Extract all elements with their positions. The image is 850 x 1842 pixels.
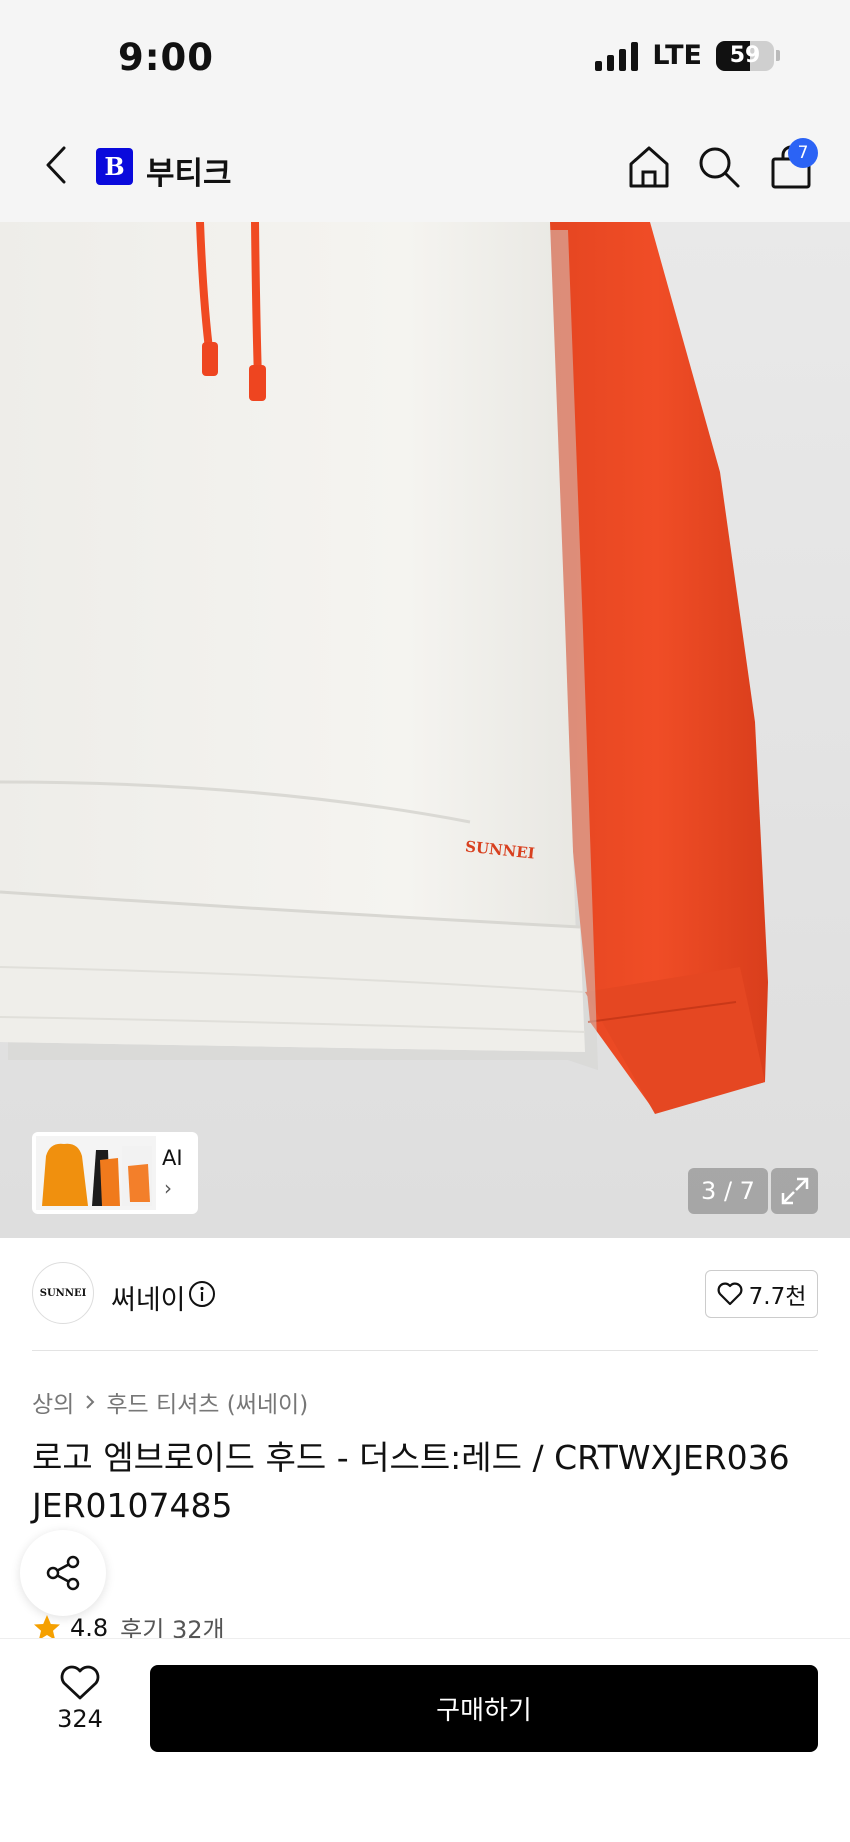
- brand-avatar[interactable]: SUNNEI: [32, 1262, 94, 1324]
- purchase-bar: 324 구매하기: [0, 1638, 850, 1842]
- ai-thumbnail-strip[interactable]: AI ›: [32, 1132, 198, 1214]
- share-icon: [46, 1555, 80, 1591]
- boutique-title[interactable]: 부티크: [146, 148, 232, 193]
- cart-count-badge: 7: [788, 138, 818, 168]
- share-button[interactable]: [20, 1530, 106, 1616]
- app-header: B 부티크 7: [0, 110, 850, 222]
- back-button[interactable]: [36, 140, 76, 190]
- wishlist-button[interactable]: 324: [40, 1665, 120, 1755]
- status-indicators: LTE 59: [595, 40, 780, 71]
- breadcrumb-item[interactable]: 후드 티셔츠 (써네이): [106, 1385, 308, 1419]
- battery-icon: 59: [716, 40, 780, 71]
- network-type: LTE: [652, 40, 702, 71]
- info-icon[interactable]: [188, 1280, 216, 1308]
- home-icon: [629, 146, 669, 188]
- divider: [32, 1350, 818, 1351]
- signal-icon: [595, 41, 639, 71]
- boutique-logo[interactable]: B: [96, 148, 133, 185]
- home-button[interactable]: [626, 144, 672, 190]
- chevron-right-icon: [86, 1395, 95, 1409]
- brand-name[interactable]: 써네이: [111, 1278, 186, 1317]
- buy-button[interactable]: 구매하기: [150, 1665, 818, 1752]
- brand-like-button[interactable]: 7.7천: [705, 1270, 818, 1318]
- chevron-left-icon: [46, 146, 66, 184]
- expand-button[interactable]: [771, 1168, 818, 1214]
- brand-like-count: 7.7천: [748, 1284, 807, 1310]
- breadcrumb-item[interactable]: 상의: [32, 1385, 74, 1419]
- status-time: 9:00: [118, 36, 215, 79]
- product-image-gallery[interactable]: SUNNEI AI › 3 / 7: [0, 222, 850, 1238]
- image-counter: 3 / 7: [688, 1168, 768, 1214]
- chevron-right-icon: ›: [164, 1176, 172, 1200]
- breadcrumb: 상의 후드 티셔츠 (써네이): [32, 1385, 308, 1419]
- heart-icon: [60, 1665, 100, 1700]
- ai-label: AI: [162, 1146, 183, 1170]
- status-bar: 9:00 LTE 59: [0, 0, 850, 110]
- product-photo: SUNNEI: [0, 222, 850, 1238]
- search-icon: [699, 147, 740, 188]
- thumbnail-image: [36, 1136, 156, 1210]
- expand-icon: [781, 1177, 808, 1205]
- battery-level: 59: [729, 43, 761, 68]
- product-title: 로고 엠브로이드 후드 - 더스트:레드 / CRTWXJER036 JER01…: [32, 1438, 790, 1525]
- search-button[interactable]: [696, 144, 742, 190]
- wishlist-count: 324: [57, 1705, 103, 1733]
- brand-row: SUNNEI 써네이 7.7천: [0, 1238, 850, 1350]
- heart-icon: [717, 1282, 743, 1306]
